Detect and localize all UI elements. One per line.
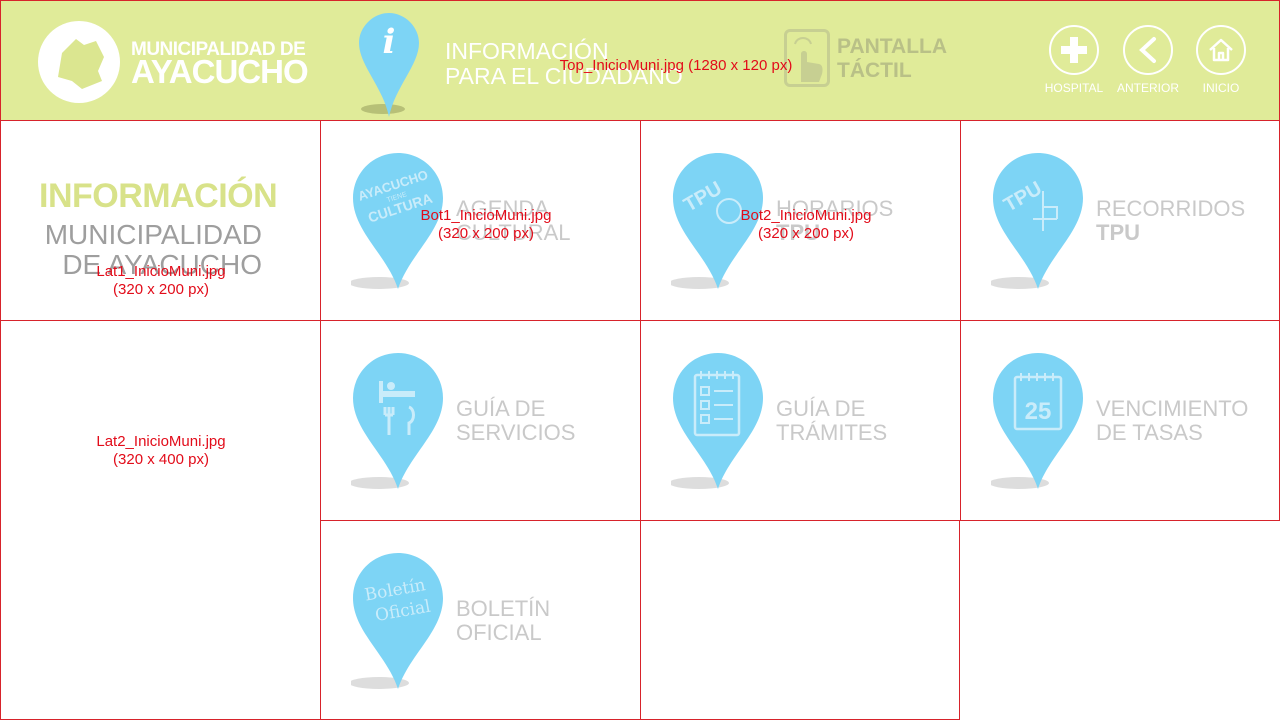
hospital-button[interactable]: HOSPITAL	[1042, 25, 1106, 95]
tile-vencimiento-tasas[interactable]: 25 VENCIMIENTO DE TASAS	[960, 320, 1280, 521]
sidebar-subtitle-line1: MUNICIPALIDAD	[44, 219, 262, 250]
sidebar-image-panel: Lat2_InicioMuni.jpg (320 x 400 px)	[0, 320, 321, 720]
tile-label-line1: GUÍA DE	[456, 396, 546, 421]
hospital-label: HOSPITAL	[1044, 81, 1104, 95]
bot2-overlay-size: (320 x 200 px)	[758, 225, 854, 242]
tile-label-line2: TRÁMITES	[776, 420, 888, 445]
touch-label-line1: PANTALLA	[837, 35, 948, 58]
home-label: INICIO	[1202, 81, 1240, 95]
lat2-overlay-size: (320 x 400 px)	[113, 451, 209, 468]
bot1-overlay-name: Bot1_InicioMuni.jpg	[420, 207, 552, 224]
tile-label-line1: RECORRIDOS	[1096, 196, 1246, 221]
svg-text:i: i	[383, 22, 396, 62]
home-button[interactable]: INICIO	[1189, 25, 1253, 95]
logo-line2: AYACUCHO	[131, 53, 309, 90]
lat2-overlay-name: Lat2_InicioMuni.jpg	[96, 433, 226, 450]
tile-agenda-cultural[interactable]: AYACUCHO TIENE CULTURA AGENDA CULTURAL B…	[320, 120, 641, 321]
tile-label-line2: SERVICIOS	[456, 420, 576, 445]
tile-guia-tramites[interactable]: GUÍA DE TRÁMITES	[640, 320, 961, 521]
back-label: ANTERIOR	[1116, 81, 1179, 95]
sidebar-info-panel: INFORMACIÓN MUNICIPALIDAD DE AYACUCHO La…	[0, 120, 321, 321]
tile-label-line1: VENCIMIENTO	[1096, 396, 1249, 421]
tile-guia-servicios[interactable]: GUÍA DE SERVICIOS	[320, 320, 641, 521]
top-image-overlay: Top_InicioMuni.jpg (1280 x 120 px)	[559, 57, 793, 74]
tile-recorridos-tpu[interactable]: TPU RECORRIDOS TPU	[960, 120, 1280, 321]
svg-text:25: 25	[1025, 398, 1052, 425]
sidebar-title: INFORMACIÓN	[39, 177, 278, 215]
boletin-icon: Boletín Oficial	[351, 553, 443, 689]
empty-tile	[640, 520, 960, 720]
tpu-route-icon: TPU	[991, 153, 1083, 289]
lat1-overlay-size: (320 x 200 px)	[113, 281, 209, 298]
tile-boletin-oficial[interactable]: Boletín Oficial BOLETÍN OFICIAL	[320, 520, 641, 720]
plus-icon	[1049, 25, 1099, 75]
bot1-overlay-size: (320 x 200 px)	[438, 225, 534, 242]
municipality-logo	[38, 21, 120, 103]
checklist-icon	[671, 353, 763, 489]
bot2-overlay-name: Bot2_InicioMuni.jpg	[740, 207, 872, 224]
tile-label-line2: OFICIAL	[456, 620, 542, 645]
chevron-left-icon	[1123, 25, 1173, 75]
tile-label-line1: GUÍA DE	[776, 396, 866, 421]
back-button[interactable]: ANTERIOR	[1116, 25, 1180, 95]
lat1-overlay-name: Lat1_InicioMuni.jpg	[96, 263, 226, 280]
calendar-icon: 25	[991, 353, 1083, 489]
home-icon	[1196, 25, 1246, 75]
tile-label-line2: DE TASAS	[1096, 420, 1203, 445]
tile-label-line1: BOLETÍN	[456, 596, 551, 621]
tile-horarios-tpu[interactable]: TPU HORARIOS TPU Bot2_InicioMuni.jpg (32…	[640, 120, 961, 321]
header-banner: MUNICIPALIDAD DE AYACUCHO i INFORMACIÓN …	[0, 0, 1280, 121]
info-pin-icon: i	[359, 13, 419, 117]
bed-fork-knife-icon	[351, 353, 443, 489]
tile-label-line2: TPU	[1096, 220, 1140, 245]
